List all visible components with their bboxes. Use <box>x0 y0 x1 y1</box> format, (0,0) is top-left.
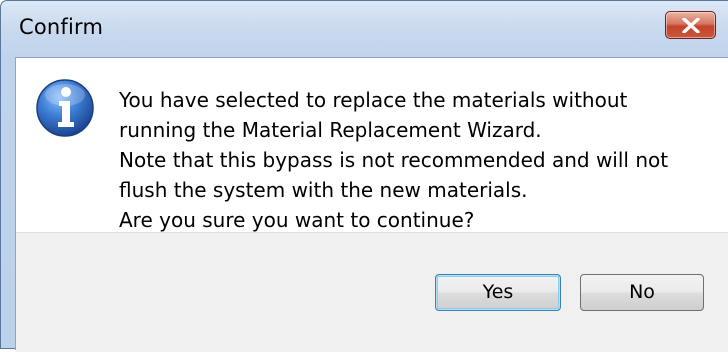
close-button[interactable] <box>665 11 716 39</box>
no-button[interactable]: No <box>580 274 704 311</box>
yes-button[interactable]: Yes <box>435 274 561 311</box>
window-title: Confirm <box>19 15 104 39</box>
confirmation-message: You have selected to replace the materia… <box>119 85 719 235</box>
close-icon <box>682 18 700 33</box>
title-bar[interactable]: Confirm <box>1 1 728 57</box>
message-line: Are you sure you want to continue? <box>119 208 475 232</box>
message-line: Note that this bypass is not recommended… <box>119 148 669 172</box>
info-icon <box>36 79 94 137</box>
message-line: You have selected to replace the materia… <box>119 88 628 112</box>
button-bar: Yes No <box>16 232 728 352</box>
message-line: flush the system with the new materials. <box>119 178 528 202</box>
confirm-dialog-window: Confirm You have selected to replace the… <box>0 0 728 352</box>
message-line: running the Material Replacement Wizard. <box>119 118 542 142</box>
dialog-body: You have selected to replace the materia… <box>15 57 728 352</box>
